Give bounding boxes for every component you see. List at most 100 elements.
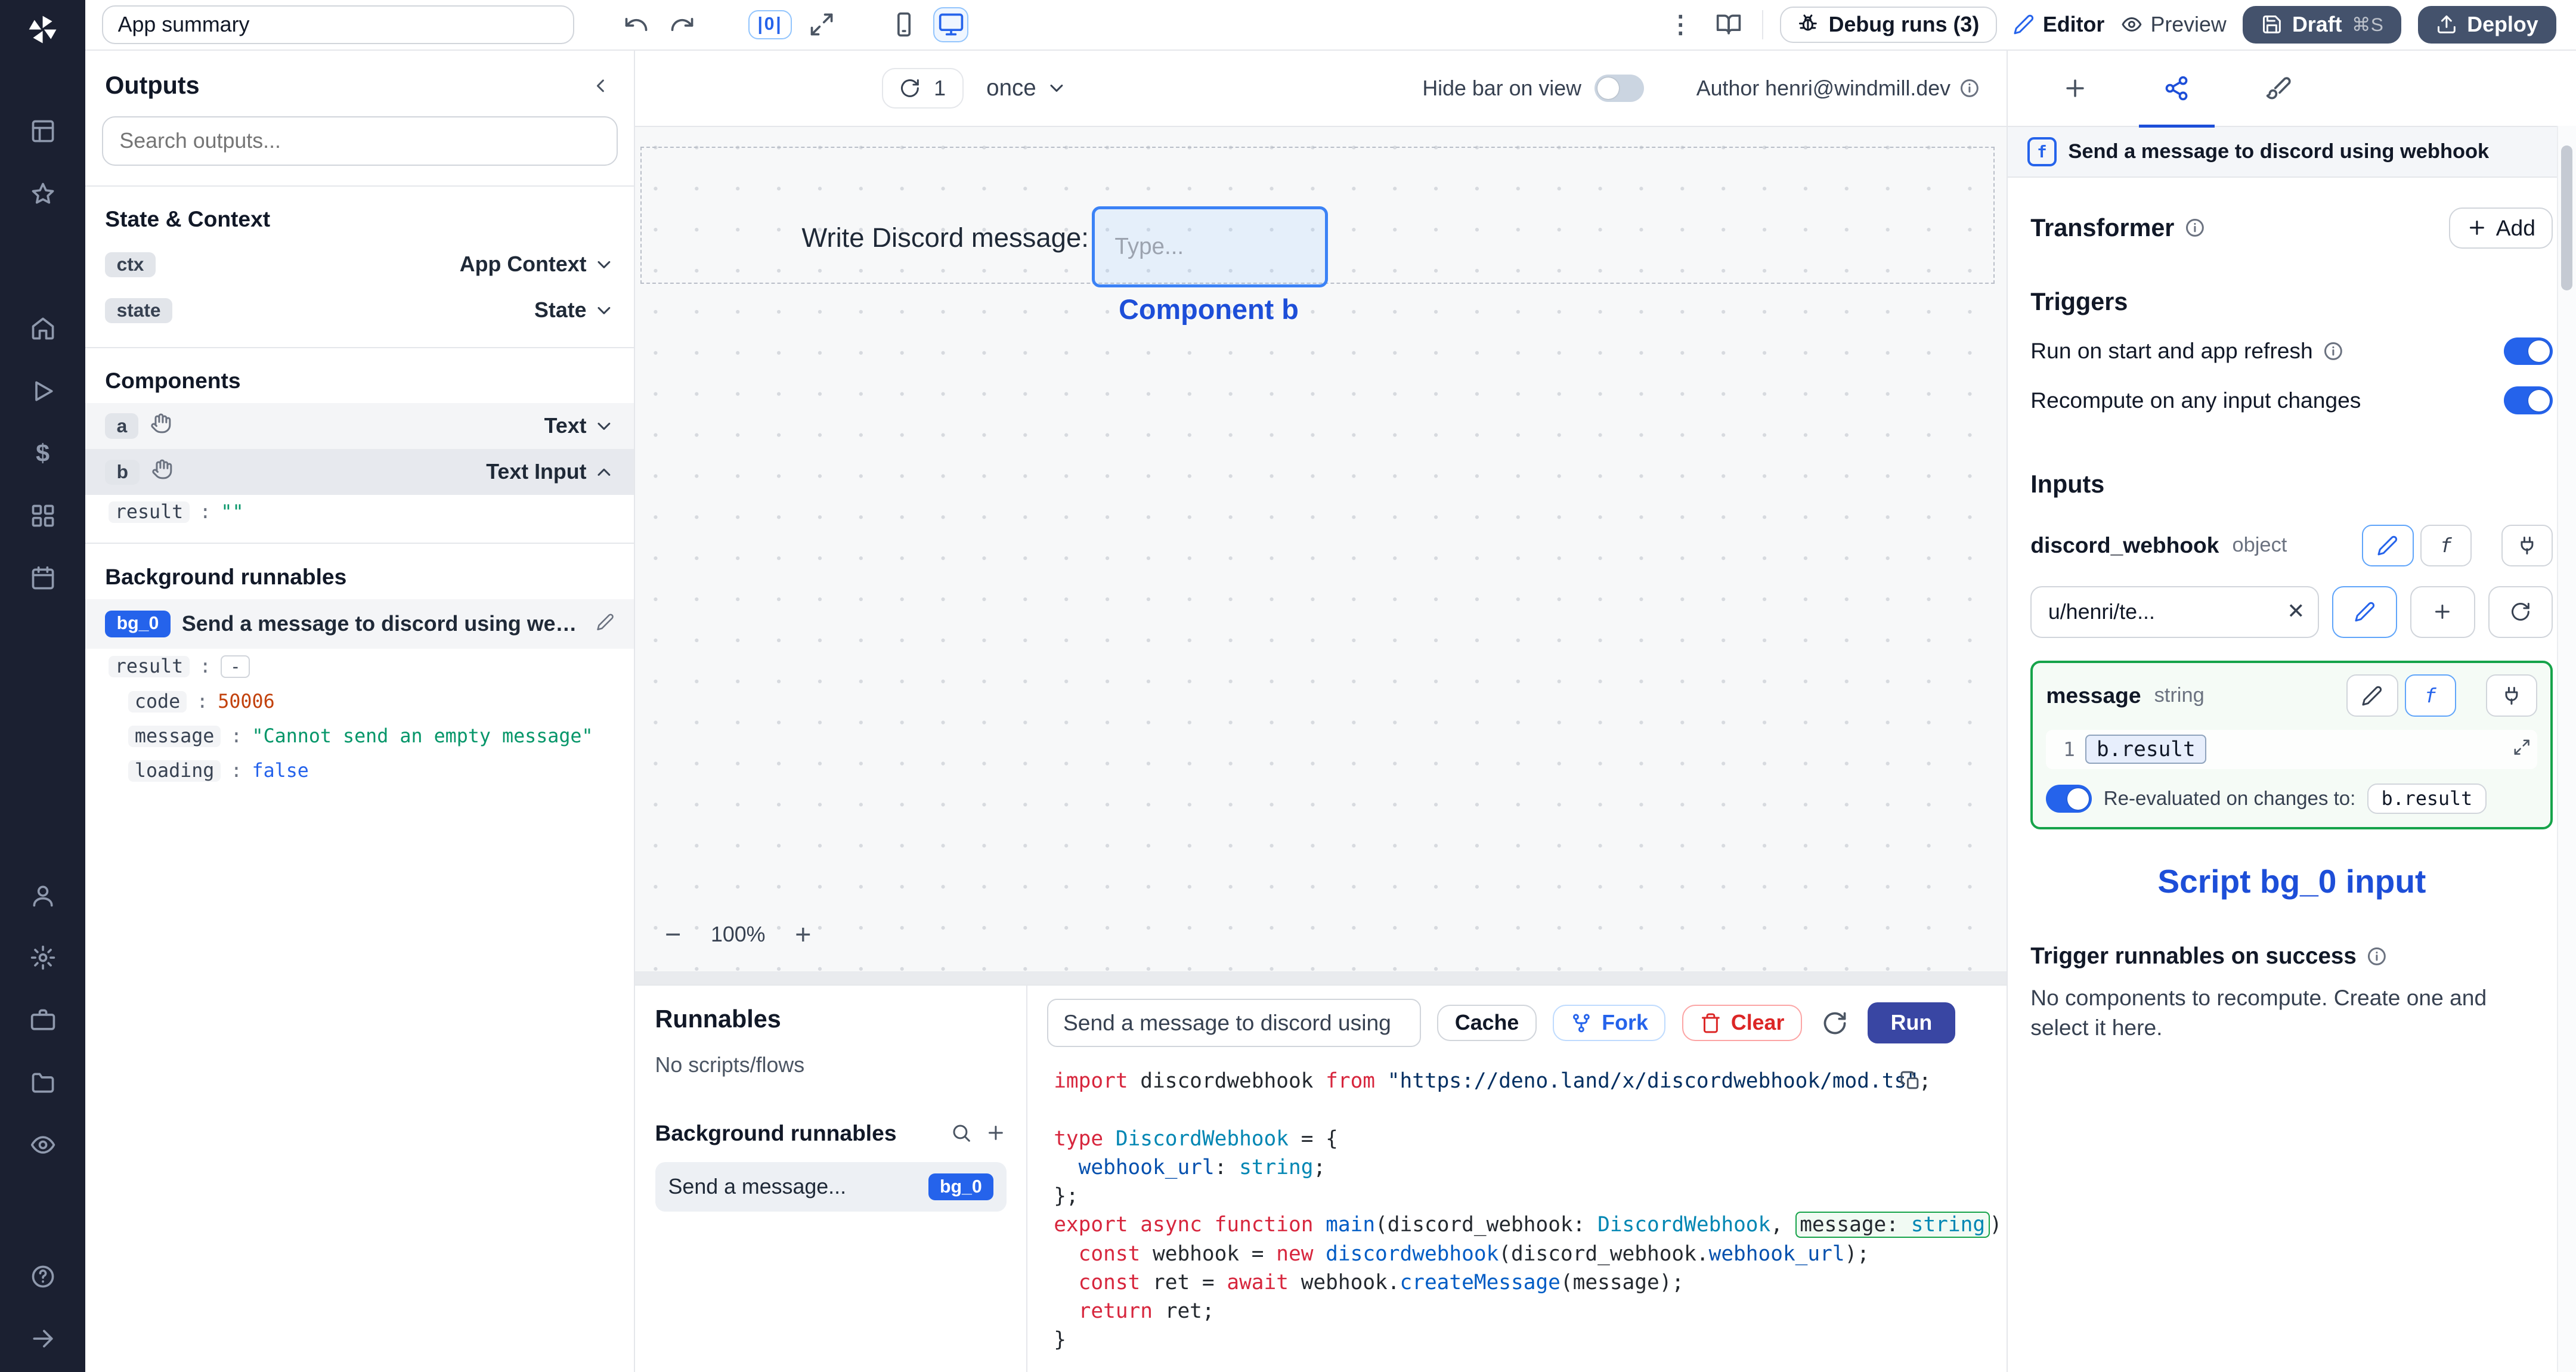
- run-on-start-toggle[interactable]: [2503, 337, 2553, 366]
- resources-icon[interactable]: [30, 499, 56, 532]
- expand-editor-icon[interactable]: [2513, 737, 2531, 761]
- deploy-button[interactable]: Deploy: [2417, 5, 2556, 44]
- script-name-input[interactable]: [1047, 999, 1421, 1048]
- output-row-component-a[interactable]: a Text: [85, 403, 634, 450]
- runs-icon[interactable]: [30, 374, 56, 407]
- info-icon[interactable]: [2184, 217, 2206, 239]
- connect-plug-button[interactable]: [2485, 674, 2538, 717]
- search-icon[interactable]: [950, 1122, 972, 1144]
- editor-tab[interactable]: Editor: [2013, 13, 2104, 37]
- edit-pencil-icon[interactable]: [596, 612, 614, 636]
- mobile-view-icon[interactable]: [887, 8, 920, 41]
- vertical-scrollbar[interactable]: [2556, 126, 2576, 1372]
- refresh-count-button[interactable]: 1: [881, 68, 964, 109]
- zoom-in-button[interactable]: +: [785, 917, 821, 952]
- app-canvas[interactable]: Write Discord message: Component b − 100…: [635, 127, 2007, 985]
- windmill-logo[interactable]: [26, 13, 59, 46]
- hand-icon[interactable]: [150, 413, 172, 439]
- bg0-runnable-item[interactable]: Send a message... bg_0: [655, 1162, 1007, 1212]
- collapse-value-toggle[interactable]: -: [221, 655, 250, 678]
- settings-gear-icon[interactable]: [30, 941, 56, 974]
- connect-plug-button[interactable]: [2501, 524, 2553, 566]
- chevron-up-icon[interactable]: [593, 462, 615, 483]
- undo-icon[interactable]: [620, 8, 653, 41]
- output-row-component-b[interactable]: b Text Input: [85, 449, 634, 495]
- run-button[interactable]: Run: [1868, 1002, 1955, 1043]
- help-icon[interactable]: [30, 1260, 56, 1293]
- code-editor[interactable]: import discordwebhook from "https://deno…: [1027, 1057, 2007, 1372]
- docs-book-icon[interactable]: [1713, 8, 1745, 41]
- fullscreen-icon[interactable]: [805, 8, 838, 41]
- zoom-out-button[interactable]: −: [655, 917, 691, 952]
- output-row-ctx[interactable]: ctx App Context: [85, 241, 634, 287]
- users-icon[interactable]: [30, 879, 56, 912]
- text-input-component-b[interactable]: [1092, 206, 1329, 288]
- debug-runs-button[interactable]: Debug runs (3): [1779, 6, 1997, 44]
- canvas-horizontal-scrollbar[interactable]: [635, 971, 2007, 985]
- text-component-a[interactable]: Write Discord message:: [763, 222, 1088, 253]
- kebab-menu-icon[interactable]: ⋮: [1665, 7, 1696, 42]
- refresh-icon: [2512, 603, 2530, 621]
- settings-tab[interactable]: [2126, 51, 2228, 128]
- expression-value[interactable]: b.result: [2085, 734, 2207, 764]
- clear-button[interactable]: Clear: [1682, 1004, 1802, 1042]
- bg0-result-row[interactable]: result : -: [85, 649, 634, 685]
- output-row-state[interactable]: state State: [85, 287, 634, 333]
- refresh-mode-dropdown[interactable]: once: [986, 75, 1067, 101]
- hand-icon[interactable]: [151, 459, 173, 485]
- collapse-panel-icon[interactable]: [587, 72, 615, 100]
- copy-icon[interactable]: [1900, 1070, 1921, 1097]
- canvas-column: 1 once Hide bar on view Author henri@win…: [635, 51, 2007, 1372]
- expr-mode-button[interactable]: f: [2404, 674, 2457, 717]
- star-icon[interactable]: [30, 177, 56, 210]
- expression-editor[interactable]: 1 b.result: [2046, 729, 2538, 769]
- cache-button[interactable]: Cache: [1437, 1004, 1537, 1042]
- app-summary-input[interactable]: [101, 5, 574, 44]
- add-resource-button[interactable]: [2410, 586, 2475, 638]
- add-runnable-icon[interactable]: [985, 1122, 1007, 1144]
- fork-button[interactable]: Fork: [1553, 1004, 1666, 1042]
- folders-icon[interactable]: [30, 1066, 56, 1099]
- refresh-icon[interactable]: [1818, 1006, 1851, 1039]
- home-icon[interactable]: [30, 312, 56, 345]
- info-icon[interactable]: [2323, 340, 2344, 362]
- table-icon[interactable]: [30, 115, 56, 148]
- workers-icon[interactable]: [30, 1004, 56, 1036]
- resource-value-input[interactable]: ✕: [2030, 586, 2320, 638]
- bg0-field-row: code : 50006: [85, 685, 634, 719]
- code-line: webhook_url: string;: [1054, 1153, 2007, 1182]
- collapse-arrow-icon[interactable]: [30, 1323, 56, 1355]
- redo-icon[interactable]: [666, 8, 699, 41]
- styling-tab[interactable]: [2228, 51, 2330, 126]
- chevron-down-icon[interactable]: [593, 416, 615, 437]
- chevron-down-icon[interactable]: [593, 254, 615, 275]
- resource-path-input[interactable]: [2045, 597, 2277, 626]
- search-outputs-input[interactable]: [101, 116, 618, 166]
- reeval-toggle[interactable]: [2046, 785, 2092, 813]
- clear-resource-icon[interactable]: ✕: [2287, 600, 2305, 622]
- recompute-toggle[interactable]: [2503, 386, 2553, 415]
- component-b-input[interactable]: [1111, 232, 1299, 262]
- edit-resource-button[interactable]: [2332, 586, 2397, 638]
- add-transformer-button[interactable]: Add: [2448, 207, 2553, 249]
- audit-eye-icon[interactable]: [30, 1129, 56, 1162]
- grid-align-button[interactable]: |0|: [748, 10, 792, 39]
- preview-tab[interactable]: Preview: [2121, 13, 2227, 37]
- info-icon[interactable]: [1959, 78, 1980, 99]
- schedules-icon[interactable]: [30, 562, 56, 594]
- scrollbar-thumb[interactable]: [2561, 145, 2573, 290]
- insert-tab[interactable]: [2024, 51, 2126, 126]
- static-edit-button[interactable]: [2346, 674, 2398, 717]
- expr-mode-button[interactable]: f: [2420, 524, 2472, 566]
- output-row-bg0[interactable]: bg_0 Send a message to discord using web…: [85, 599, 634, 649]
- static-edit-button[interactable]: [2361, 524, 2414, 566]
- info-icon[interactable]: [2366, 946, 2388, 967]
- reeval-dependency-badge[interactable]: b.result: [2367, 783, 2487, 814]
- code-token: const: [1078, 1241, 1141, 1266]
- desktop-view-icon[interactable]: [933, 7, 969, 42]
- variables-icon[interactable]: $: [36, 437, 49, 470]
- draft-button[interactable]: Draft ⌘S: [2243, 5, 2402, 44]
- refresh-resource-button[interactable]: [2488, 586, 2553, 638]
- chevron-down-icon[interactable]: [593, 300, 615, 321]
- hide-bar-toggle[interactable]: [1594, 74, 1644, 103]
